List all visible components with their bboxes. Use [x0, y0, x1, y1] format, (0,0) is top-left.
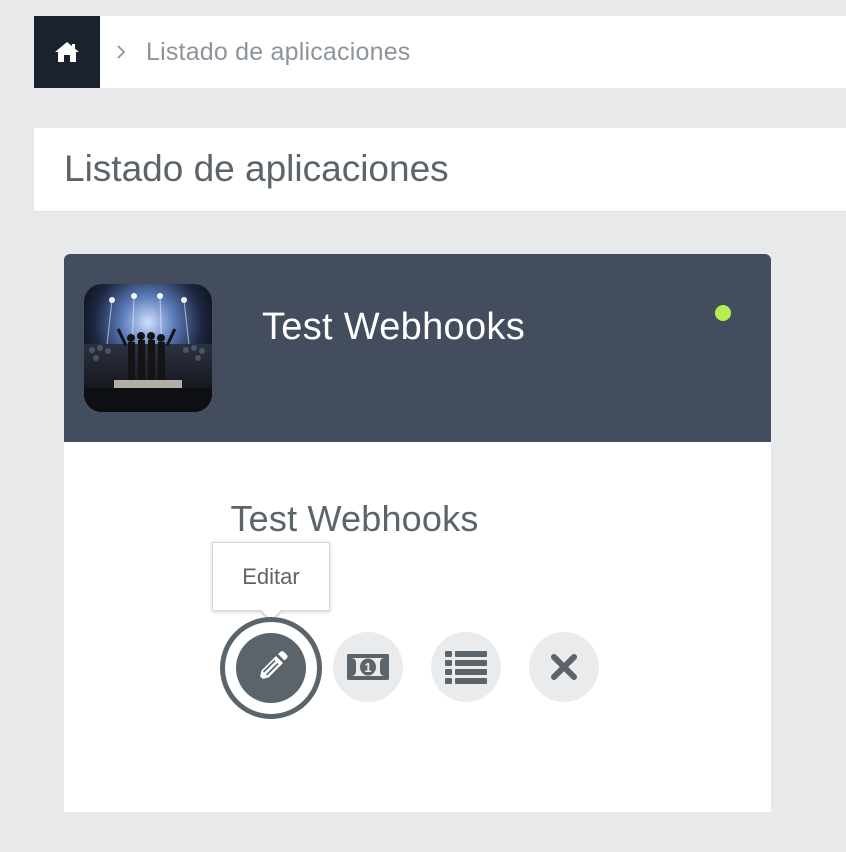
app-card-header: Test Webhooks	[64, 254, 771, 442]
svg-text:1: 1	[364, 660, 371, 675]
edit-button[interactable]	[220, 617, 322, 719]
status-indicator	[715, 305, 731, 321]
list-button[interactable]	[431, 632, 501, 702]
app-card: Test Webhooks Test Webhooks Editar 1	[64, 254, 771, 812]
page-header: Listado de aplicaciones	[34, 128, 846, 212]
pencil-icon	[259, 651, 288, 680]
billing-button[interactable]: 1	[333, 632, 403, 702]
app-thumbnail[interactable]	[84, 284, 212, 412]
home-button[interactable]	[34, 16, 100, 88]
app-name: Test Webhooks	[64, 498, 771, 540]
app-name-text: Test Webhooks	[230, 498, 479, 539]
breadcrumb-current[interactable]: Listado de aplicaciones	[146, 38, 411, 67]
close-icon	[551, 654, 577, 680]
list-icon	[445, 651, 487, 684]
breadcrumb: Listado de aplicaciones	[34, 16, 846, 88]
page-title: Listado de aplicaciones	[64, 148, 449, 189]
home-icon	[55, 42, 79, 62]
chevron-right-icon	[114, 45, 128, 59]
delete-button[interactable]	[529, 632, 599, 702]
app-header-name: Test Webhooks	[262, 306, 525, 348]
edit-tooltip: Editar	[212, 542, 330, 611]
money-bill-icon: 1	[347, 654, 389, 680]
